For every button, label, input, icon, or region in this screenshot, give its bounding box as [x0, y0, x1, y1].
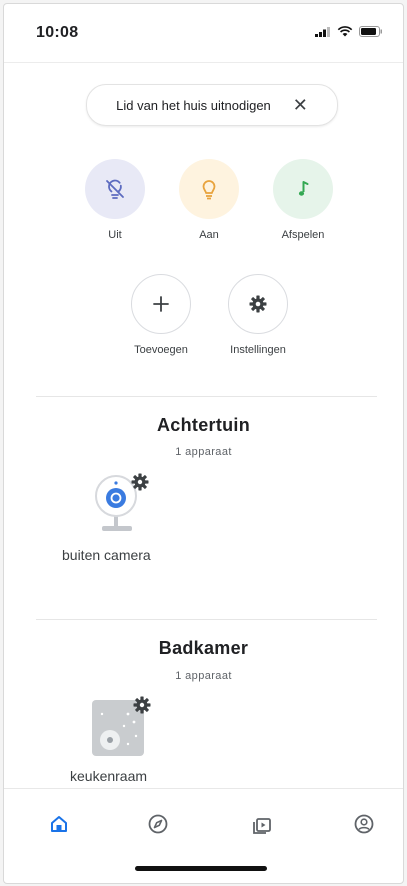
add-button[interactable]: Toevoegen	[116, 274, 206, 356]
account-icon	[354, 814, 374, 834]
action-play-label: Afspelen	[281, 229, 325, 241]
action-play-circle[interactable]	[273, 159, 333, 219]
nav-media[interactable]	[247, 809, 277, 839]
status-bar: 10:08	[4, 4, 403, 62]
invite-member-label[interactable]: Lid van het huis uitnodigen	[116, 98, 271, 113]
battery-icon	[359, 26, 382, 37]
device-settings-gear-icon[interactable]	[130, 472, 150, 492]
app-screen: 10:08 Lid van het huis uitnodigen ✕ Uit …	[3, 3, 404, 884]
action-on-circle[interactable]	[179, 159, 239, 219]
action-play[interactable]: Afspelen	[258, 159, 348, 241]
device-tile-camera[interactable]	[88, 468, 158, 540]
nav-account[interactable]	[349, 809, 379, 839]
light-off-icon	[106, 179, 124, 199]
action-off-label: Uit	[108, 229, 122, 241]
home-indicator[interactable]	[135, 866, 267, 871]
action-off[interactable]: Uit	[70, 159, 160, 241]
device-label[interactable]: keukenraam	[70, 768, 147, 784]
nav-discover[interactable]	[143, 809, 173, 839]
settings-button[interactable]: Instellingen	[213, 274, 303, 356]
action-on[interactable]: Aan	[164, 159, 254, 241]
action-off-circle[interactable]	[85, 159, 145, 219]
action-on-label: Aan	[199, 229, 219, 241]
room-title: Achtertuin	[157, 415, 250, 435]
device-settings-gear-icon[interactable]	[132, 695, 152, 715]
plus-icon	[153, 296, 169, 312]
lightbulb-icon	[202, 180, 216, 200]
nav-home[interactable]	[44, 809, 74, 839]
signal-icon	[315, 26, 330, 37]
section-divider	[36, 396, 377, 397]
compass-icon	[148, 814, 168, 834]
gear-icon	[249, 295, 267, 313]
room-title: Badkamer	[158, 638, 249, 658]
room-device-count: 1 apparaat	[175, 446, 232, 458]
device-tile-sensor[interactable]	[88, 692, 158, 762]
media-icon	[253, 818, 271, 834]
add-button-circle[interactable]	[131, 274, 191, 334]
add-button-label: Toevoegen	[134, 344, 188, 356]
section-divider	[36, 619, 377, 620]
status-time: 10:08	[36, 24, 79, 41]
settings-button-circle[interactable]	[228, 274, 288, 334]
music-note-icon	[298, 181, 309, 196]
bottom-nav	[4, 788, 403, 859]
home-icon	[51, 816, 67, 832]
wifi-icon	[337, 26, 353, 37]
device-label[interactable]: buiten camera	[62, 547, 151, 563]
header-divider	[4, 62, 403, 63]
room-device-count: 1 apparaat	[175, 670, 232, 682]
close-icon[interactable]: ✕	[293, 96, 308, 114]
settings-button-label: Instellingen	[230, 344, 286, 356]
invite-member-chip[interactable]: Lid van het huis uitnodigen ✕	[86, 84, 338, 126]
status-icons	[315, 26, 383, 37]
